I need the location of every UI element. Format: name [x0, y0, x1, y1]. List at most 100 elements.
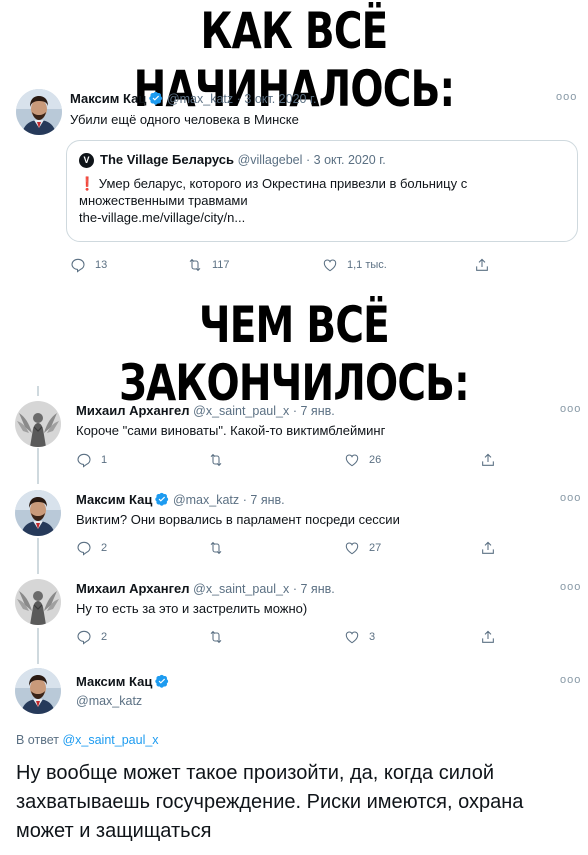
retweet-button[interactable]: [208, 629, 233, 645]
more-options-icon[interactable]: ooo: [560, 674, 581, 686]
author-name[interactable]: Максим Кац: [76, 674, 152, 689]
like-count: 3: [369, 631, 376, 643]
replying-to-handle[interactable]: @x_saint_paul_x: [62, 733, 158, 747]
avatar-image: [16, 89, 62, 135]
quote-author-handle: @villagebel: [237, 153, 303, 167]
reply-button[interactable]: 2: [76, 629, 107, 645]
tweet-actions: 1 26: [76, 452, 576, 470]
avatar-image: [15, 579, 61, 625]
more-options-icon[interactable]: ooo: [560, 403, 581, 415]
author-handle[interactable]: @max_katz: [167, 92, 233, 106]
tweet-date[interactable]: · 3 окт. 2020 г.: [237, 92, 317, 106]
avatar-image: [15, 490, 61, 536]
quote-link[interactable]: the-village.me/village/city/n...: [79, 209, 467, 226]
more-options-icon[interactable]: ooo: [560, 492, 581, 504]
avatar-image: [15, 401, 61, 447]
quote-author-name: The Village Беларусь: [100, 152, 234, 167]
retweet-icon: [208, 452, 224, 468]
like-count: 1,1 тыс.: [347, 259, 387, 271]
tweet-actions: 2 3: [76, 629, 576, 647]
avatar[interactable]: [15, 490, 61, 536]
more-options-icon[interactable]: ooo: [560, 581, 581, 593]
reply-button[interactable]: 2: [76, 540, 107, 556]
share-button[interactable]: [480, 629, 505, 645]
share-icon: [480, 452, 496, 468]
like-count: 27: [369, 542, 382, 554]
quote-line-1: ❗ Умер беларус, которого из Окрестина пр…: [79, 176, 468, 191]
heart-icon: [344, 540, 360, 556]
reply-count: 1: [101, 454, 108, 466]
tweet-text: Убили ещё одного человека в Минске: [70, 112, 299, 127]
retweet-button[interactable]: [208, 540, 233, 556]
retweet-icon: [208, 629, 224, 645]
retweet-button[interactable]: [208, 452, 233, 468]
thread-connector: [37, 538, 39, 574]
retweet-button[interactable]: 117: [187, 257, 230, 273]
avatar[interactable]: [16, 89, 62, 135]
tweet-actions: 2 27: [76, 540, 576, 558]
reply-icon: [76, 629, 92, 645]
author-handle[interactable]: @max_katz: [173, 493, 239, 507]
quote-date: · 3 окт. 2020 г.: [306, 153, 386, 167]
heart-icon: [344, 452, 360, 468]
retweet-count: 117: [212, 259, 230, 271]
share-button[interactable]: [480, 540, 505, 556]
thread-connector: [37, 448, 39, 484]
tweet-actions: 13 117 1,1 тыс.: [70, 257, 570, 275]
share-button[interactable]: [474, 257, 499, 273]
reply-icon: [76, 452, 92, 468]
thread-connector: [37, 628, 39, 664]
like-button[interactable]: 1,1 тыс.: [322, 257, 387, 273]
verified-badge-icon: [149, 91, 163, 105]
quote-text: ❗ Умер беларус, которого из Окрестина пр…: [79, 175, 467, 226]
quoted-tweet-card[interactable]: V The Village Беларусь @villagebel · 3 о…: [66, 140, 578, 242]
tweet-header: Михаил Архангел @x_saint_paul_x · 7 янв.: [76, 403, 335, 418]
retweet-icon: [187, 257, 203, 273]
share-icon: [474, 257, 490, 273]
tweet-text: Виктим? Они ворвались в парламент посред…: [76, 512, 400, 527]
author-handle[interactable]: @max_katz: [76, 694, 142, 708]
share-icon: [480, 629, 496, 645]
author-name[interactable]: Максим Кац: [70, 91, 146, 106]
author-name[interactable]: Михаил Архангел: [76, 403, 190, 418]
avatar[interactable]: [15, 579, 61, 625]
middle-headline: ЧЕМ ВСЁ ЗАКОНЧИЛОСЬ:: [119, 296, 470, 412]
author-name[interactable]: Михаил Архангел: [76, 581, 190, 596]
like-button[interactable]: 26: [344, 452, 381, 468]
main-tweet-text: Ну вообще может такое произойти, да, ког…: [16, 762, 524, 842]
share-icon: [480, 540, 496, 556]
reply-icon: [70, 257, 86, 273]
author-handle[interactable]: @x_saint_paul_x: [193, 404, 289, 418]
like-button[interactable]: 3: [344, 629, 375, 645]
verified-badge-icon: [155, 674, 169, 688]
tweet-header: Максим Кац: [76, 674, 169, 689]
reply-button[interactable]: 1: [76, 452, 107, 468]
reply-count: 2: [101, 631, 108, 643]
heart-icon: [322, 257, 338, 273]
quote-line-2: множественными травмами: [79, 193, 248, 208]
reply-count: 2: [101, 542, 108, 554]
replying-to: В ответ @x_saint_paul_x: [16, 733, 159, 747]
reply-button[interactable]: 13: [70, 257, 107, 273]
share-button[interactable]: [480, 452, 505, 468]
like-button[interactable]: 27: [344, 540, 381, 556]
heart-icon: [344, 629, 360, 645]
verified-badge-icon: [155, 492, 169, 506]
tweet-date[interactable]: · 7 янв.: [293, 582, 335, 596]
tweet-header: Михаил Архангел @x_saint_paul_x · 7 янв.: [76, 581, 335, 596]
tweet-text: Короче "сами виноваты". Какой-то виктимб…: [76, 423, 386, 438]
author-handle[interactable]: @x_saint_paul_x: [193, 582, 289, 596]
tweet-date[interactable]: · 7 янв.: [243, 493, 285, 507]
more-options-icon[interactable]: ooo: [556, 91, 577, 103]
quote-header: The Village Беларусь @villagebel · 3 окт…: [100, 152, 386, 167]
author-name[interactable]: Максим Кац: [76, 492, 152, 507]
like-count: 26: [369, 454, 382, 466]
tweet-handle-row: @max_katz: [76, 693, 142, 708]
avatar[interactable]: [15, 668, 61, 714]
avatar[interactable]: [15, 401, 61, 447]
tweet-header: Максим Кац @max_katz · 3 окт. 2020 г.: [70, 91, 316, 106]
thread-connector: [37, 386, 39, 396]
tweet-date[interactable]: · 7 янв.: [293, 404, 335, 418]
reply-count: 13: [95, 259, 108, 271]
village-logo-icon: V: [79, 153, 94, 168]
